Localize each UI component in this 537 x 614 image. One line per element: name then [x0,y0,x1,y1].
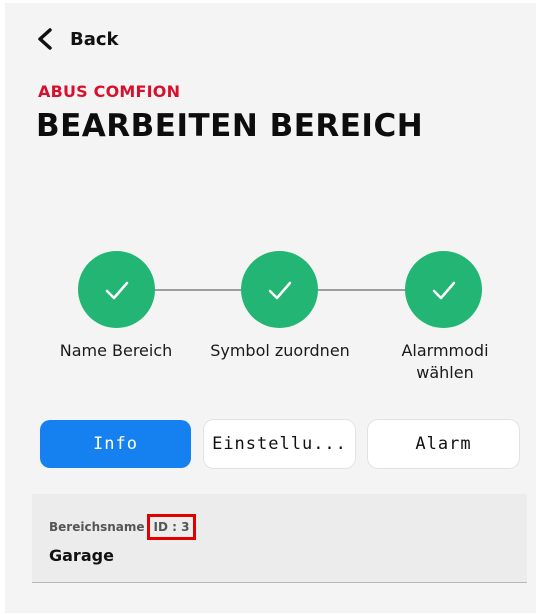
step-1-circle [78,251,155,328]
step-3-circle [405,251,482,328]
step-2-label: Symbol zuordnen [200,340,360,362]
chevron-left-icon [38,28,52,50]
step-3-label-line1: Alarmmodi [401,341,489,360]
step-2-label-text: Symbol zuordnen [210,341,350,360]
area-name-value: Garage [49,546,114,565]
tab-alarm[interactable]: Alarm [368,420,519,468]
brand-label: ABUS COMFION [38,82,181,101]
check-icon [105,281,128,299]
field-label: Bereichsname [49,520,145,534]
step-3-label-line2: wählen [416,363,474,382]
step-1-label-text: Name Bereich [59,341,173,360]
area-id-highlight: ID : 3 [146,514,197,540]
page-title: BEARBEITEN BEREICH [36,108,424,144]
back-button[interactable]: Back [36,28,119,50]
check-icon [432,281,455,299]
tab-einstellungen[interactable]: Einstellu... [204,420,355,468]
check-icon [268,281,291,299]
tab-info[interactable]: Info [40,420,191,468]
step-2-circle [241,251,318,328]
field-label-row: Bereichsname ID : 3 [49,514,197,540]
back-label: Back [70,28,119,50]
step-1-label: Name Bereich [56,340,176,362]
step-3-label: Alarmmodi wählen [390,340,500,384]
